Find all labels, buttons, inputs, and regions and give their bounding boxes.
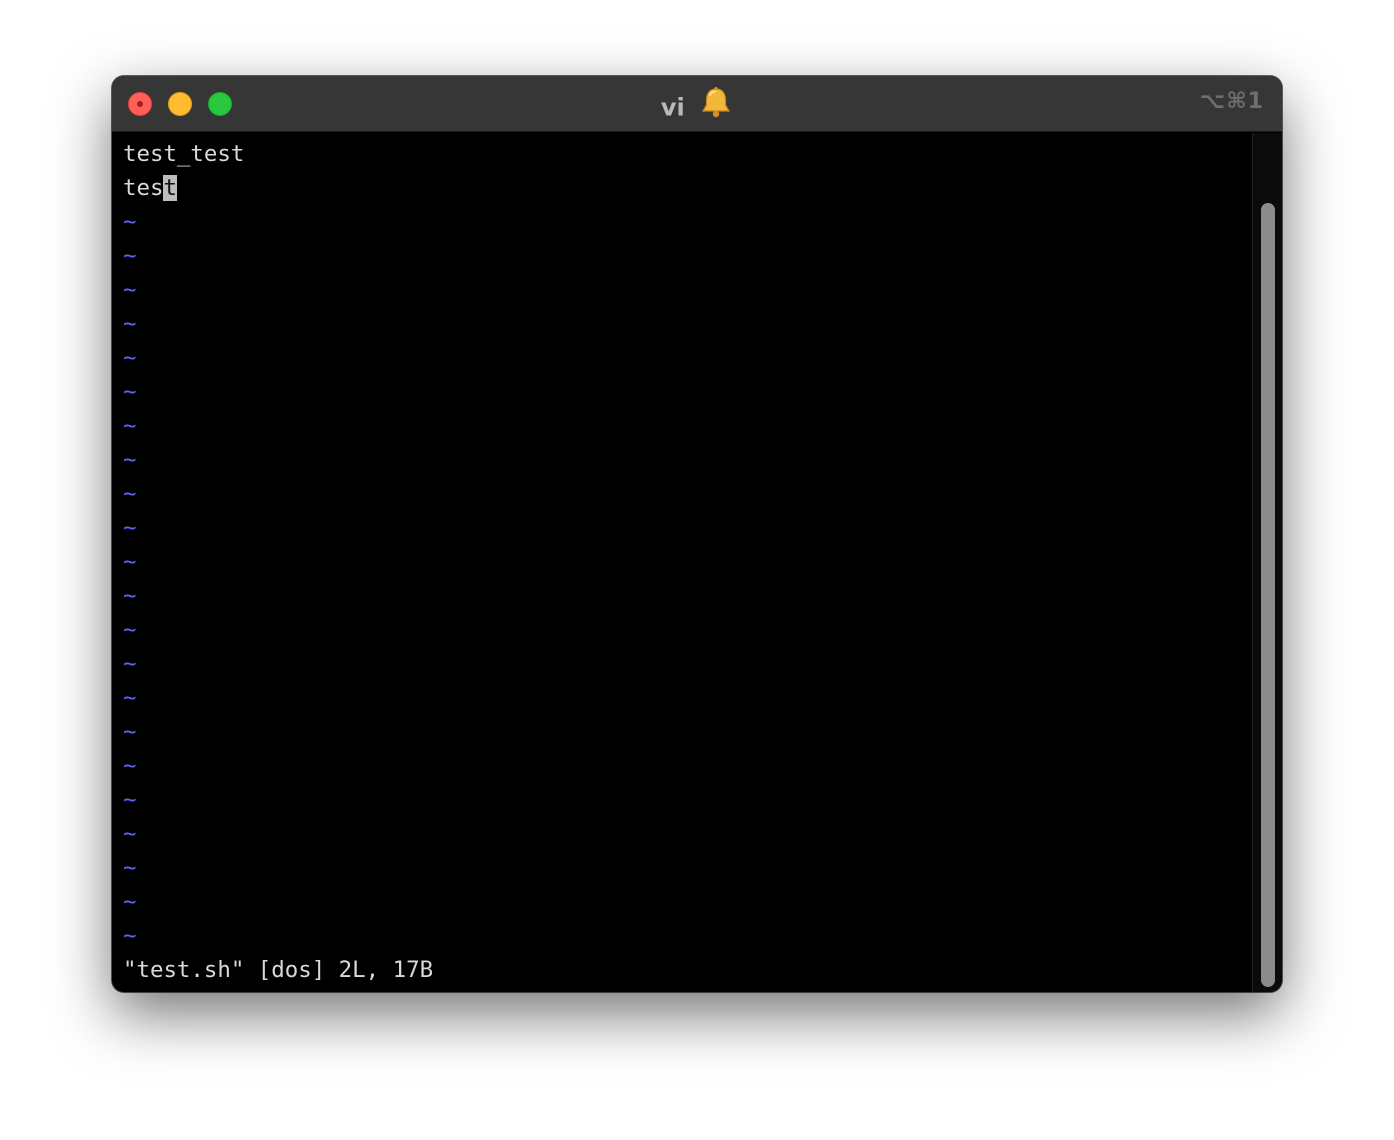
empty-line-marker: ~	[123, 345, 137, 371]
title-bar[interactable]: vi ⌥⌘1	[112, 76, 1282, 132]
empty-line-marker: ~	[123, 685, 137, 711]
window-title-text: vi	[660, 93, 685, 122]
scrollbar[interactable]	[1252, 133, 1282, 992]
bell-icon	[699, 86, 733, 127]
vi-editor[interactable]: test_test test ~ ~ ~ ~ ~ ~ ~ ~ ~ ~ ~ ~ ~…	[123, 133, 1251, 992]
empty-line-marker: ~	[123, 651, 137, 677]
empty-line-marker: ~	[123, 447, 137, 473]
empty-line-marker: ~	[123, 549, 137, 575]
empty-line-marker: ~	[123, 515, 137, 541]
scrollbar-thumb[interactable]	[1261, 203, 1275, 987]
empty-line-marker: ~	[123, 617, 137, 643]
terminal-window: vi ⌥⌘1 test_test test ~ ~ ~ ~ ~ ~ ~ ~ ~ …	[112, 76, 1282, 992]
empty-line-marker: ~	[123, 209, 137, 235]
empty-line-marker: ~	[123, 481, 137, 507]
text-cursor: t	[163, 175, 177, 201]
buffer-line-2: test	[123, 171, 177, 205]
empty-line-marker: ~	[123, 923, 137, 949]
window-shortcut: ⌥⌘1	[1199, 89, 1264, 114]
empty-line-marker: ~	[123, 787, 137, 813]
empty-line-marker: ~	[123, 277, 137, 303]
buffer-line-2-text: tes	[123, 175, 164, 201]
empty-line-marker: ~	[123, 719, 137, 745]
window-title: vi	[112, 86, 1282, 129]
empty-line-marker: ~	[123, 379, 137, 405]
status-line: "test.sh" [dos] 2L, 17B	[123, 957, 434, 983]
empty-line-marker: ~	[123, 243, 137, 269]
buffer-line-1: test_test	[123, 141, 245, 167]
empty-line-marker: ~	[123, 753, 137, 779]
empty-line-marker: ~	[123, 889, 137, 915]
empty-line-marker: ~	[123, 413, 137, 439]
empty-line-marker: ~	[123, 821, 137, 847]
empty-line-marker: ~	[123, 311, 137, 337]
empty-line-marker: ~	[123, 583, 137, 609]
empty-line-marker: ~	[123, 855, 137, 881]
